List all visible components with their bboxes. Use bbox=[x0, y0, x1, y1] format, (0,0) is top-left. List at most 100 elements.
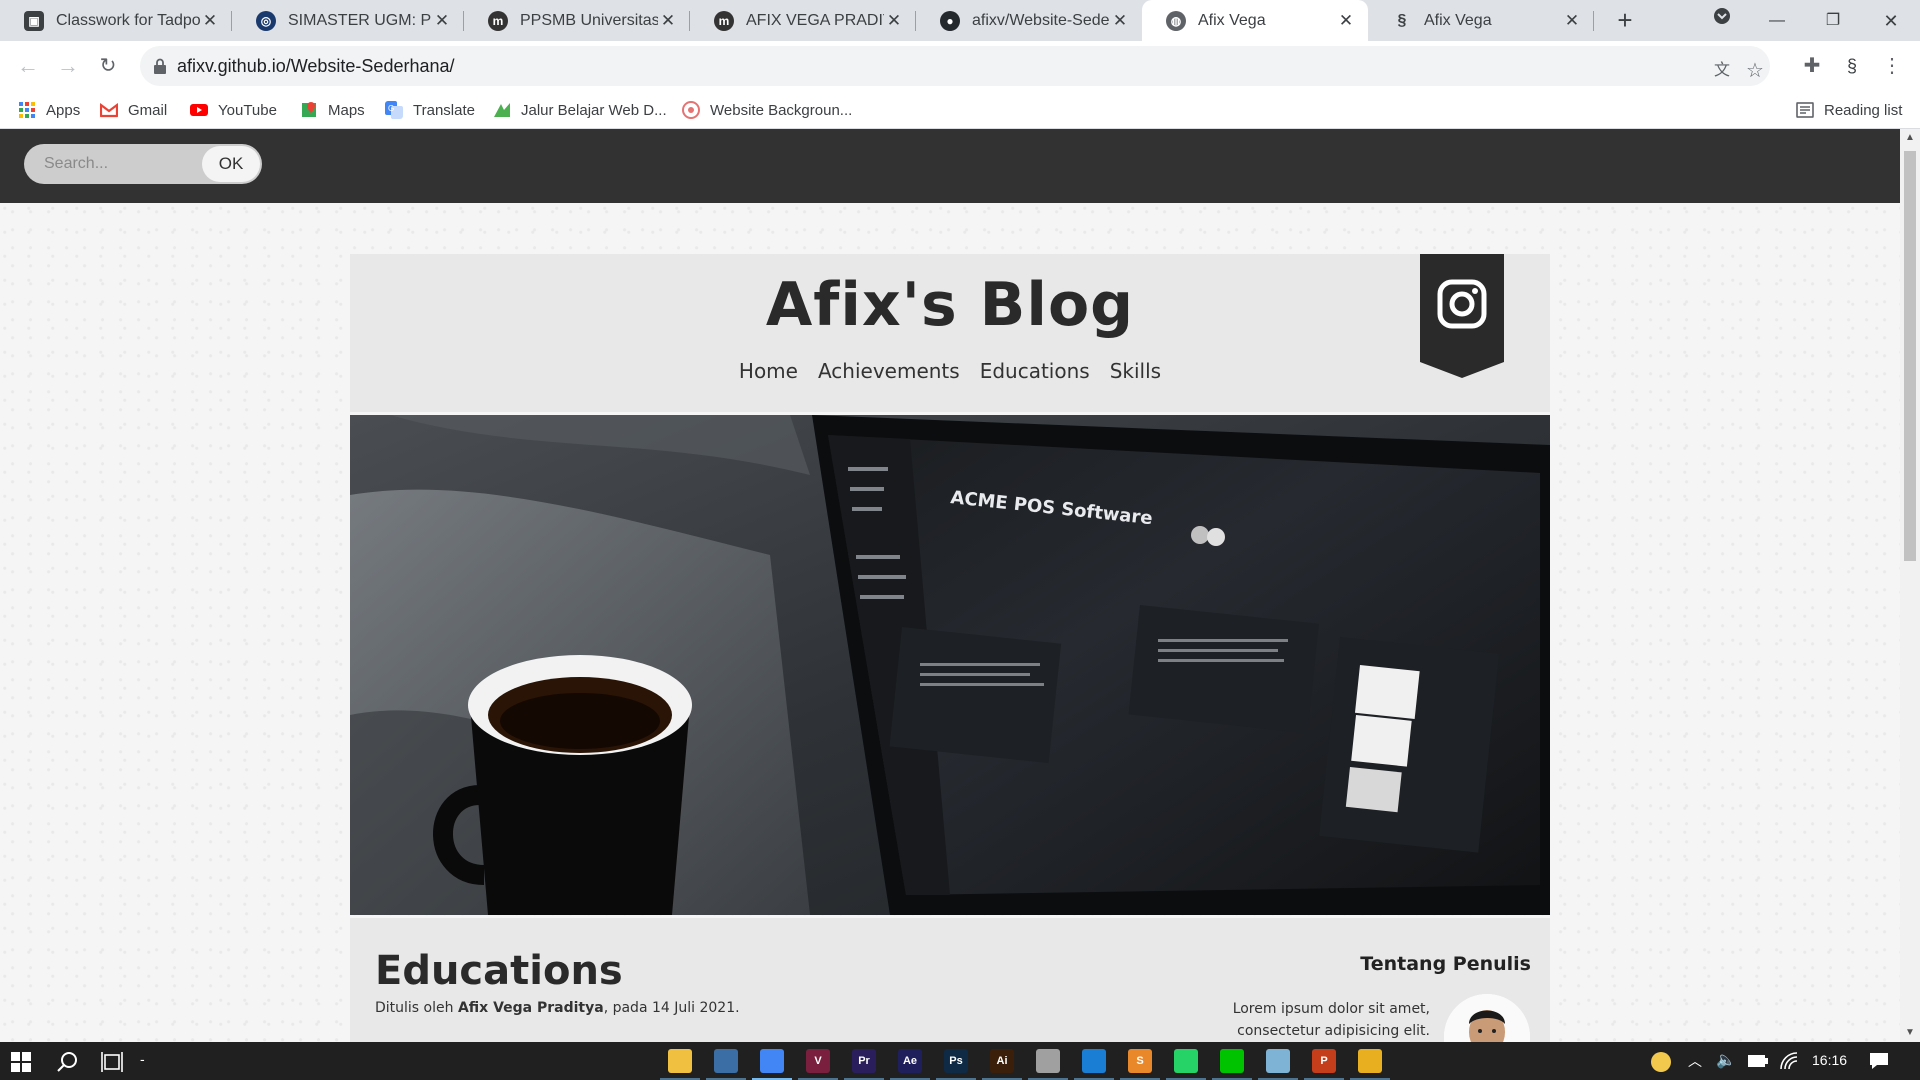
search-icon[interactable] bbox=[57, 1051, 79, 1073]
bookmarks-bar: Apps Gmail YouTube Maps G Translate Jalu… bbox=[0, 91, 1920, 129]
tab-ppsmb[interactable]: m PPSMB Universitas 20 ✕ bbox=[464, 0, 690, 41]
after-effects-icon[interactable]: Ae bbox=[898, 1049, 922, 1073]
profile-icon[interactable]: § bbox=[1840, 54, 1864, 78]
window-close-icon[interactable]: ✕ bbox=[1876, 6, 1906, 36]
powerpoint-icon[interactable]: P bbox=[1312, 1049, 1336, 1073]
close-icon[interactable]: ✕ bbox=[1336, 11, 1356, 31]
git-icon[interactable] bbox=[1358, 1049, 1382, 1073]
bookmark-label: Translate bbox=[413, 101, 475, 119]
minimize-icon[interactable]: — bbox=[1762, 6, 1792, 36]
tab-simaster[interactable]: ◎ SIMASTER UGM: PPSM ✕ bbox=[232, 0, 464, 41]
tab-github-repo[interactable]: ● afixv/Website-Sederh ✕ bbox=[916, 0, 1142, 41]
search-form: OK bbox=[24, 144, 262, 184]
bookmark-label: YouTube bbox=[218, 101, 277, 119]
file-explorer-icon[interactable] bbox=[668, 1049, 692, 1073]
tab-label: SIMASTER UGM: PPSM bbox=[288, 11, 432, 29]
search-input[interactable] bbox=[24, 144, 202, 184]
extensions-icon[interactable]: ✚ bbox=[1800, 54, 1824, 78]
gmail-icon bbox=[100, 102, 118, 118]
close-icon[interactable]: ✕ bbox=[1562, 11, 1582, 31]
m-icon: m bbox=[714, 10, 734, 31]
author-avatar bbox=[1444, 994, 1530, 1042]
premiere-icon[interactable]: Pr bbox=[852, 1049, 876, 1073]
blog-title: Afix's Blog bbox=[765, 270, 1135, 340]
menu-icon[interactable]: ⋮ bbox=[1880, 54, 1904, 78]
bookmark-star-icon[interactable]: ☆ bbox=[1743, 59, 1767, 83]
close-icon[interactable]: ✕ bbox=[658, 11, 678, 31]
bookmark-translate[interactable]: G Translate bbox=[385, 99, 475, 121]
close-icon[interactable]: ✕ bbox=[884, 11, 904, 31]
tab-label: Classwork for Tadpole bbox=[56, 11, 200, 29]
close-icon[interactable]: ✕ bbox=[1110, 11, 1130, 31]
reload-icon[interactable]: ↻ bbox=[96, 54, 120, 78]
back-icon[interactable]: ← bbox=[16, 54, 40, 78]
tab-afix-vega[interactable]: § Afix Vega ✕ bbox=[1368, 0, 1594, 41]
clock[interactable]: 16:16 bbox=[1812, 1052, 1847, 1068]
bookmark-label: Jalur Belajar Web D... bbox=[521, 101, 667, 119]
tab-classwork[interactable]: ▣ Classwork for Tadpole ✕ bbox=[0, 0, 232, 41]
page-viewport: OK Afix's Blog Home Achievements Educati… bbox=[0, 129, 1900, 1042]
bookmark-maps[interactable]: Maps bbox=[300, 99, 365, 121]
paint-icon[interactable] bbox=[1036, 1049, 1060, 1073]
chrome-icon[interactable] bbox=[760, 1049, 784, 1073]
restore-icon[interactable]: ❐ bbox=[1818, 6, 1848, 36]
nav-achievements[interactable]: Achievements bbox=[818, 359, 960, 383]
notification-icon[interactable] bbox=[1869, 1052, 1889, 1070]
battery-icon[interactable] bbox=[1748, 1055, 1768, 1067]
url-path: /Website-Sederhana/ bbox=[285, 56, 455, 76]
close-icon[interactable]: ✕ bbox=[200, 11, 220, 31]
forward-icon[interactable]: → bbox=[56, 54, 80, 78]
svg-text:G: G bbox=[388, 104, 394, 113]
wifi-icon[interactable] bbox=[1780, 1052, 1798, 1070]
show-hidden-icons-icon[interactable]: ︿ bbox=[1688, 1051, 1702, 1071]
scroll-down-icon[interactable]: ▼ bbox=[1900, 1024, 1920, 1042]
close-icon[interactable]: ✕ bbox=[432, 11, 452, 31]
nav-skills[interactable]: Skills bbox=[1110, 359, 1161, 383]
bookmark-jalur-belajar[interactable]: Jalur Belajar Web D... bbox=[493, 99, 667, 121]
windows-taskbar: - V Pr Ae Ps Ai S P ︿ 🔈 16:16 bbox=[0, 1042, 1920, 1080]
m-icon: m bbox=[488, 10, 508, 31]
tab-label: Afix Vega bbox=[1198, 11, 1266, 29]
tab-afix-vega-active[interactable]: ◍ Afix Vega ✕ bbox=[1142, 0, 1368, 41]
whatsapp-icon[interactable] bbox=[1174, 1049, 1198, 1073]
page-scrollbar[interactable]: ▲ ▼ bbox=[1900, 129, 1920, 1042]
bookmark-gmail[interactable]: Gmail bbox=[100, 99, 167, 121]
url-text[interactable]: afixv.github.io/Website-Sederhana/ bbox=[177, 56, 455, 77]
instagram-icon[interactable] bbox=[1420, 254, 1504, 378]
meta-author: Afix Vega Praditya bbox=[457, 1000, 604, 1016]
nav-home[interactable]: Home bbox=[739, 359, 798, 383]
new-tab-button[interactable]: + bbox=[1612, 7, 1638, 34]
scroll-up-icon[interactable]: ▲ bbox=[1900, 129, 1920, 147]
meta-prefix: Ditulis oleh bbox=[375, 1000, 458, 1016]
weather-icon[interactable] bbox=[1650, 1051, 1672, 1073]
translate-page-icon[interactable]: 文 bbox=[1710, 59, 1734, 83]
youtube-icon bbox=[190, 104, 208, 116]
illustrator-icon[interactable]: Ai bbox=[990, 1049, 1014, 1073]
windows-start-icon[interactable] bbox=[11, 1052, 31, 1072]
store-icon[interactable] bbox=[714, 1049, 738, 1073]
reading-list-icon bbox=[1796, 102, 1814, 118]
bookmark-youtube[interactable]: YouTube bbox=[190, 99, 277, 121]
tab-separator bbox=[1593, 11, 1594, 31]
reading-list-button[interactable]: Reading list bbox=[1796, 99, 1902, 121]
lock-icon[interactable] bbox=[154, 58, 166, 74]
tab-strip: ▣ Classwork for Tadpole ✕ ◎ SIMASTER UGM… bbox=[0, 0, 1920, 41]
bookmark-website-background[interactable]: Website Backgroun... bbox=[682, 99, 852, 121]
notepad-icon[interactable] bbox=[1266, 1049, 1290, 1073]
search-ok-button[interactable]: OK bbox=[202, 146, 260, 182]
tab-search-icon[interactable] bbox=[1707, 6, 1737, 36]
task-view-icon[interactable] bbox=[101, 1052, 123, 1072]
site-topbar: OK bbox=[0, 129, 1900, 203]
address-bar[interactable]: afixv.github.io/Website-Sederhana/ 文 ☆ bbox=[140, 46, 1770, 86]
vscode-icon[interactable] bbox=[1082, 1049, 1106, 1073]
bookmark-apps[interactable]: Apps bbox=[18, 99, 80, 121]
vegas-icon[interactable]: V bbox=[806, 1049, 830, 1073]
github-icon: ● bbox=[940, 10, 960, 31]
volume-icon[interactable]: 🔈 bbox=[1716, 1050, 1736, 1070]
scroll-thumb[interactable] bbox=[1904, 151, 1916, 561]
line-icon[interactable] bbox=[1220, 1049, 1244, 1073]
photoshop-icon[interactable]: Ps bbox=[944, 1049, 968, 1073]
nav-educations[interactable]: Educations bbox=[980, 359, 1090, 383]
tab-afix-vega-praditya[interactable]: m AFIX VEGA PRADITYA ✕ bbox=[690, 0, 916, 41]
sublime-icon[interactable]: S bbox=[1128, 1049, 1152, 1073]
